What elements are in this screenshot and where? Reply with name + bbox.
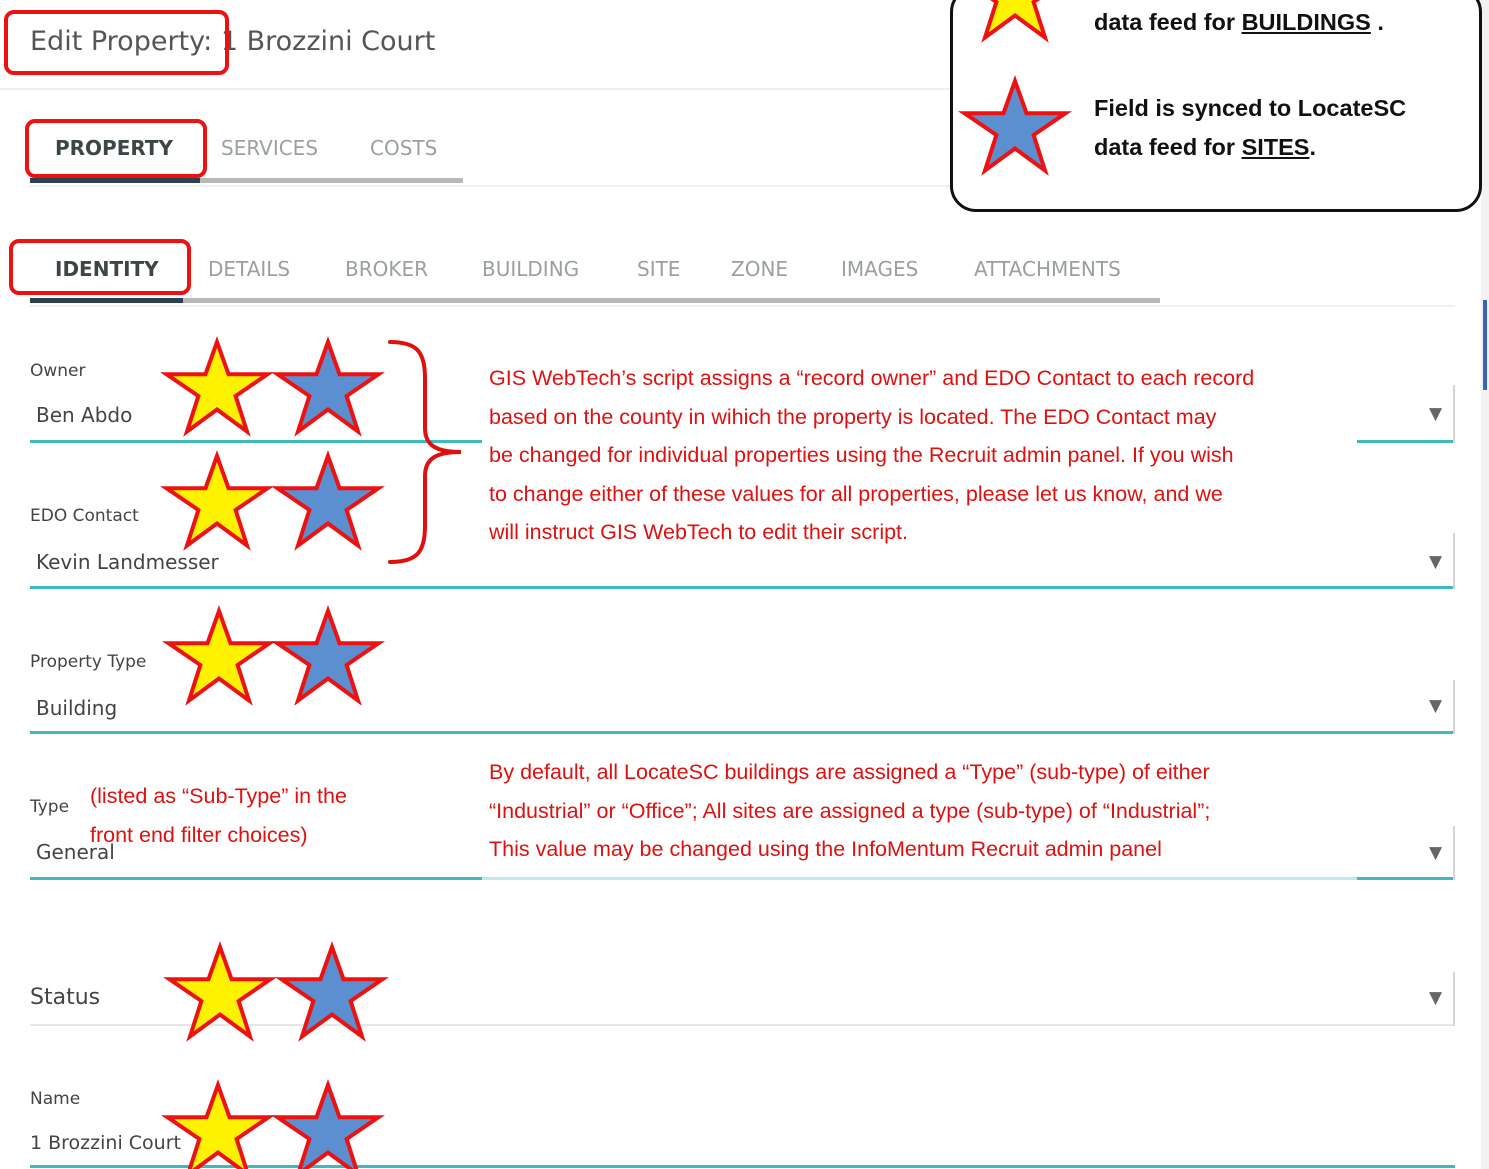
- edo-contact-dropdown-edge: [1453, 533, 1455, 589]
- edo-contact-dropdown-arrow-icon[interactable]: ▼: [1429, 552, 1442, 572]
- owner-value[interactable]: Ben Abdo: [36, 403, 132, 427]
- tab-site[interactable]: SITE: [637, 257, 680, 281]
- type-annotation: By default, all LocateSC buildings are a…: [489, 753, 1349, 869]
- owner-underline-right: [1357, 440, 1455, 443]
- sub-tabs-divider: [30, 305, 1455, 307]
- type-underline-left: [30, 877, 482, 880]
- property-type-label: Property Type: [30, 652, 147, 672]
- tab-broker[interactable]: BROKER: [345, 257, 428, 281]
- building-star-icon: [164, 340, 270, 434]
- status-underline: [30, 1024, 1455, 1026]
- tab-attachments[interactable]: ATTACHMENTS: [974, 257, 1121, 281]
- owner-annotation-line: GIS WebTech’s script assigns a “record o…: [489, 366, 1255, 390]
- property-type-dropdown-arrow-icon[interactable]: ▼: [1429, 696, 1442, 716]
- tab-costs[interactable]: COSTS: [370, 136, 437, 160]
- subtype-note-line: front end filter choices): [90, 822, 308, 847]
- owner-annotation-line: to change either of these values for all…: [489, 481, 1223, 506]
- name-underline: [30, 1165, 1455, 1168]
- name-value[interactable]: 1 Brozzini Court: [30, 1132, 181, 1154]
- main-tabs-indicator: [30, 178, 200, 183]
- property-type-value[interactable]: Building: [36, 696, 117, 720]
- scrollbar-thumb[interactable]: [1483, 300, 1487, 390]
- type-annotation-line: “Industrial” or “Office”; All sites are …: [489, 798, 1211, 823]
- curly-brace-icon: [388, 340, 462, 564]
- legend-buildings-emph: BUILDINGS: [1241, 9, 1371, 35]
- edo-contact-label: EDO Contact: [30, 506, 139, 526]
- legend-text: .: [1370, 9, 1384, 35]
- legend-text: data feed for: [1094, 134, 1242, 160]
- edo-contact-underline: [30, 586, 1455, 589]
- type-label: Type: [30, 797, 70, 817]
- sub-tabs-track: [30, 298, 1160, 303]
- type-dropdown-edge: [1453, 826, 1455, 880]
- highlight-property-tab-box: [25, 119, 207, 178]
- legend-text: .: [1309, 134, 1317, 160]
- subtype-note: (listed as “Sub-Type” in the front end f…: [90, 777, 480, 854]
- building-star-icon: [164, 454, 270, 548]
- tab-building[interactable]: BUILDING: [482, 257, 579, 281]
- tab-images[interactable]: IMAGES: [841, 257, 918, 281]
- legend-box: data feed for BUILDINGS . Field is synce…: [950, 0, 1482, 212]
- legend-sites-emph: SITES: [1241, 134, 1310, 160]
- owner-annotation: GIS WebTech’s script assigns a “record o…: [489, 359, 1349, 552]
- type-annotation-line: This value may be changed using the Info…: [489, 837, 1162, 861]
- tab-zone[interactable]: ZONE: [731, 257, 788, 281]
- highlight-identity-tab-box: [9, 239, 191, 295]
- status-dropdown-edge: [1453, 972, 1455, 1026]
- type-underline-middle: [482, 877, 1357, 880]
- tab-details[interactable]: DETAILS: [208, 257, 290, 281]
- building-star-icon: [166, 609, 272, 703]
- owner-annotation-line: be changed for individual properties usi…: [489, 443, 1234, 467]
- subtype-note-line: (listed as “Sub-Type” in the: [90, 784, 347, 808]
- owner-dropdown-edge: [1453, 385, 1455, 443]
- site-star-icon: [275, 609, 381, 703]
- legend-line-sites: data feed for SITES.: [1094, 128, 1316, 167]
- type-dropdown-arrow-icon[interactable]: ▼: [1429, 843, 1442, 863]
- legend-line-buildings: data feed for BUILDINGS .: [1094, 3, 1384, 42]
- name-label: Name: [30, 1089, 81, 1109]
- owner-annotation-line: will instruct GIS WebTech to edit their …: [489, 520, 908, 544]
- property-type-dropdown-edge: [1453, 680, 1455, 734]
- site-star-icon: [275, 1083, 381, 1169]
- owner-label: Owner: [30, 361, 86, 381]
- legend-site-star-icon: [962, 79, 1068, 173]
- tab-services[interactable]: SERVICES: [221, 136, 318, 160]
- sub-tabs-indicator: [30, 298, 183, 303]
- type-underline-right: [1357, 877, 1455, 880]
- owner-dropdown-arrow-icon[interactable]: ▼: [1429, 404, 1442, 424]
- legend-line-synced: Field is synced to LocateSC: [1094, 95, 1407, 121]
- site-star-icon: [275, 454, 381, 548]
- legend-text: data feed for: [1094, 9, 1242, 35]
- status-dropdown-arrow-icon[interactable]: ▼: [1429, 988, 1442, 1008]
- legend-building-star-icon: [962, 0, 1068, 40]
- building-star-icon: [165, 1083, 271, 1169]
- property-type-underline: [30, 731, 1455, 734]
- owner-annotation-line: based on the county in wihich the proper…: [489, 404, 1217, 429]
- edo-contact-value[interactable]: Kevin Landmesser: [36, 550, 219, 574]
- status-label: Status: [30, 985, 101, 1010]
- type-annotation-line: By default, all LocateSC buildings are a…: [489, 760, 1210, 784]
- highlight-title-box: [4, 10, 229, 75]
- site-star-icon: [275, 340, 381, 434]
